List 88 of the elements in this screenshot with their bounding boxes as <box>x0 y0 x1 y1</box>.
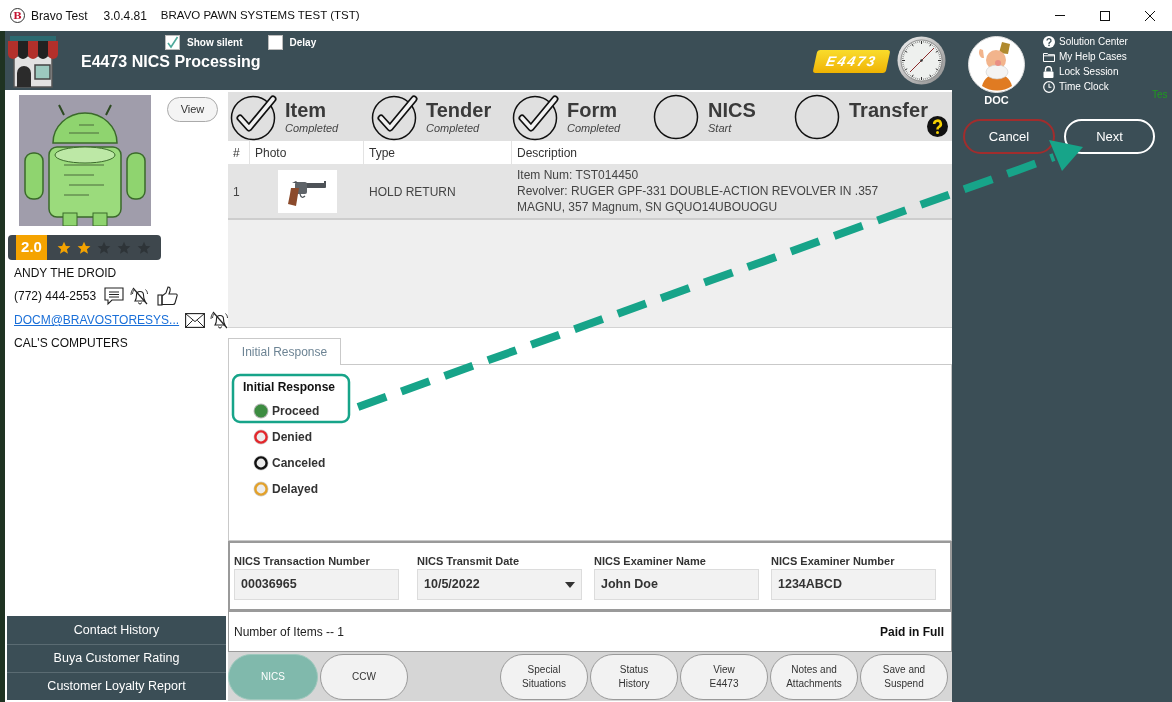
column-header: Description <box>517 144 578 162</box>
lock-session-link[interactable]: Lock Session <box>1043 64 1128 79</box>
radio-label: Proceed <box>272 403 320 420</box>
radio-label: Denied <box>272 429 312 446</box>
column-header: Photo <box>255 144 287 162</box>
phone-number: (772) 444-2553 <box>14 288 97 305</box>
minimize-icon <box>1054 15 1065 16</box>
field-label: NICS Examiner Name <box>594 555 707 568</box>
step-label: Tender <box>426 98 492 121</box>
help-icon <box>1043 35 1055 48</box>
status-text: Tes <box>1152 88 1168 102</box>
step-status: Completed <box>426 120 481 135</box>
thumbs-up-icon <box>157 286 180 306</box>
field-label: NICS Transaction Number <box>234 555 371 568</box>
table-cell: HOLD RETURN <box>369 185 456 199</box>
help-icon[interactable] <box>927 116 948 137</box>
item-count: Number of Items -- 1 <box>234 623 345 641</box>
checkbox-label: Delay <box>289 36 317 50</box>
email-link[interactable]: DOCM@BRAVOSTORESYS... <box>14 311 180 329</box>
column-header: Type <box>369 144 395 162</box>
radio-label: Canceled <box>272 455 326 472</box>
bell-slash-icon <box>130 286 151 306</box>
step-label: Form <box>567 98 618 121</box>
step-label: Transfer <box>849 98 928 121</box>
radio-label: Delayed <box>272 481 319 498</box>
app-name: Bravo Test <box>31 7 88 25</box>
payment-status: Paid in Full <box>880 623 944 641</box>
step-status: Start <box>708 120 733 135</box>
table-cell-text: Revolver: RUGER GPF-331 DOUBLE-ACTION REVOLVER IN .357 MAGNU, 357 Magnum, SN GQUO14UBOUOGU <box>517 183 880 215</box>
clock-icon <box>1043 80 1055 93</box>
text-field[interactable]: John Doe <box>594 569 759 600</box>
view-button[interactable]: View <box>167 97 218 122</box>
caret-icon <box>565 581 575 588</box>
report-button[interactable]: Buya Customer Rating <box>7 644 226 672</box>
field-label: NICS Transmit Date <box>417 555 521 568</box>
help-cases-link[interactable]: My Help Cases <box>1043 49 1128 64</box>
action-button[interactable]: Status History <box>590 653 678 700</box>
step-label: NICS <box>708 98 756 121</box>
check-icon <box>166 36 179 49</box>
column-header: # <box>233 144 240 162</box>
e4473-logo: E4473 <box>812 50 891 73</box>
company-name: CAL'S COMPUTERS <box>13 336 129 350</box>
action-button[interactable]: Special Situations <box>500 653 588 700</box>
radio-button[interactable] <box>253 481 269 497</box>
action-button[interactable]: Notes and Attachments <box>770 653 858 700</box>
avatar-icon <box>968 36 1025 93</box>
close-icon <box>1144 10 1155 21</box>
user-name: DOC <box>984 94 1009 107</box>
time-clock-link[interactable]: Time Clock <box>1043 79 1128 94</box>
step-label: Item <box>285 98 328 121</box>
page-title: E4473 NICS Processing <box>81 52 262 72</box>
checkbox[interactable] <box>267 35 283 50</box>
report-button[interactable]: Customer Loyalty Report <box>7 672 226 700</box>
text-field[interactable]: 00036965 <box>234 569 399 600</box>
maximize-icon <box>1099 10 1110 21</box>
radio-button[interactable] <box>253 403 269 419</box>
revolver-drawing <box>277 169 337 213</box>
checkbox-label: Show silent <box>187 36 243 50</box>
radio-button[interactable] <box>253 429 269 445</box>
radio-button[interactable] <box>253 455 269 471</box>
version-label: 3.0.4.81 <box>103 7 147 25</box>
tab[interactable]: Initial Response <box>228 338 341 365</box>
step-status: Completed <box>567 120 621 135</box>
checkbox[interactable] <box>165 35 180 50</box>
footer-tab[interactable]: CCW <box>320 653 408 700</box>
rating-score: 2.0 <box>16 235 47 260</box>
field-label: NICS Examiner Number <box>771 555 896 568</box>
section-heading: Initial Response <box>243 380 337 394</box>
environment-label: BRAVO PAWN SYSTEMS TEST (TST) <box>160 7 360 23</box>
text-field[interactable]: 1234ABCD <box>771 569 936 600</box>
customer-name: ANDY THE DROID <box>13 266 118 280</box>
step-status: Completed <box>285 120 339 135</box>
action-button[interactable]: View E4473 <box>680 653 768 700</box>
message-icon <box>104 286 125 306</box>
star-icon <box>77 240 91 255</box>
envelope-icon <box>185 312 206 328</box>
folder-icon <box>1043 51 1055 62</box>
clock-icon <box>897 36 946 85</box>
solution-center-link[interactable]: Solution Center <box>1043 34 1128 49</box>
action-button[interactable]: Save and Suspend <box>860 653 948 700</box>
lock-icon <box>1043 65 1054 78</box>
report-button[interactable]: Contact History <box>7 616 226 644</box>
bell-slash-icon <box>210 310 231 330</box>
table-cell: 1 <box>233 185 240 199</box>
store-icon <box>8 36 58 88</box>
star-icon <box>57 240 71 255</box>
table-cell: Item Num: TST014450 <box>517 167 639 183</box>
date-dropdown[interactable]: 10/5/2022 <box>417 569 582 600</box>
